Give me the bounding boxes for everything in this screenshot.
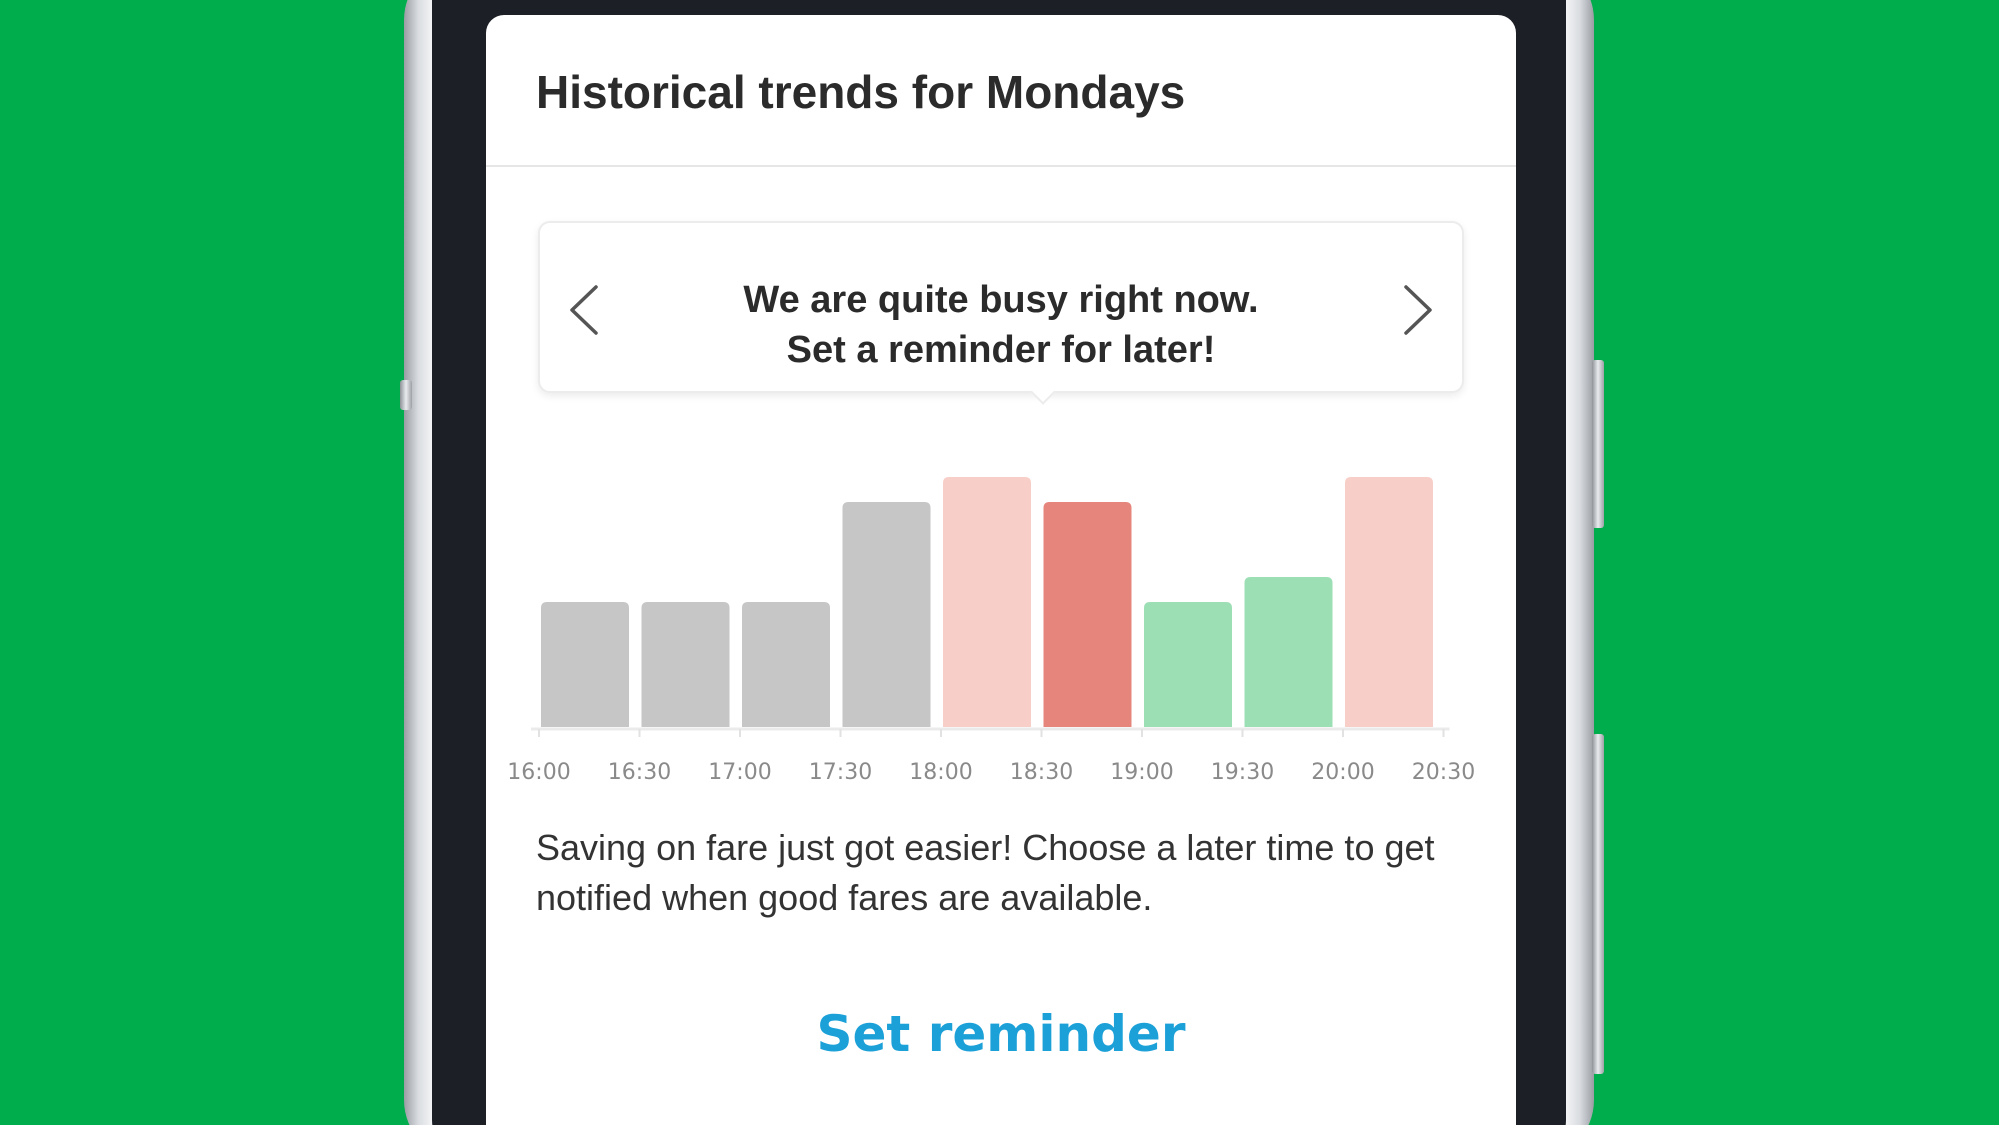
- x-tick-label: 18:00: [909, 760, 972, 785]
- x-tick-label: 16:00: [507, 760, 570, 785]
- tooltip-message: We are quite busy right now. Set a remin…: [660, 275, 1342, 375]
- phone-volume-button: [1592, 360, 1604, 528]
- chart-bar-19:00[interactable]: [1144, 602, 1232, 727]
- tooltip-line-2: Set a reminder for later!: [786, 329, 1216, 371]
- chart-bar-20:00[interactable]: [1345, 477, 1433, 727]
- chart-bar-17:00[interactable]: [742, 602, 830, 727]
- x-tick-label: 20:00: [1311, 760, 1374, 785]
- x-tick-label: 17:30: [809, 760, 872, 785]
- x-tick-label: 18:30: [1010, 760, 1073, 785]
- fare-description: Saving on fare just got easier! Choose a…: [536, 827, 1435, 918]
- busyness-bar-chart: 16:00 16:30 17:00 17:30 18:00 18:30 19:00 19:30…: [507, 455, 1496, 795]
- tooltip-line-1: We are quite busy right now.: [743, 279, 1259, 321]
- phone-mute-switch: [400, 380, 412, 410]
- chart-svg: 16:00 16:30 17:00 17:30 18:00 18:30 19:00 19:30…: [507, 477, 1475, 785]
- chart-bar-18:30[interactable]: [1043, 502, 1132, 727]
- historical-trends-card: Historical trends for Mondays We are qui…: [486, 15, 1516, 1125]
- chart-bar-16:30[interactable]: [641, 602, 730, 727]
- chart-bar-16:00[interactable]: [541, 602, 629, 727]
- card-title: Historical trends for Mondays: [536, 66, 1186, 118]
- chevron-right-icon[interactable]: [1384, 275, 1444, 345]
- chart-bar-18:00[interactable]: [943, 477, 1031, 727]
- x-tick-label: 17:00: [708, 760, 771, 785]
- x-tick-label: 19:00: [1110, 760, 1173, 785]
- x-tick-label: 16:30: [608, 760, 671, 785]
- divider: [486, 165, 1516, 167]
- x-tick-label: 20:30: [1412, 760, 1475, 785]
- phone-power-button: [1592, 734, 1604, 1074]
- x-tick-label: 19:30: [1211, 760, 1274, 785]
- chevron-left-icon[interactable]: [558, 275, 618, 345]
- chart-bar-19:30[interactable]: [1244, 577, 1333, 727]
- busy-tooltip: We are quite busy right now. Set a remin…: [538, 221, 1464, 393]
- set-reminder-button[interactable]: Set reminder: [486, 1005, 1516, 1063]
- chart-bar-17:30[interactable]: [842, 502, 931, 727]
